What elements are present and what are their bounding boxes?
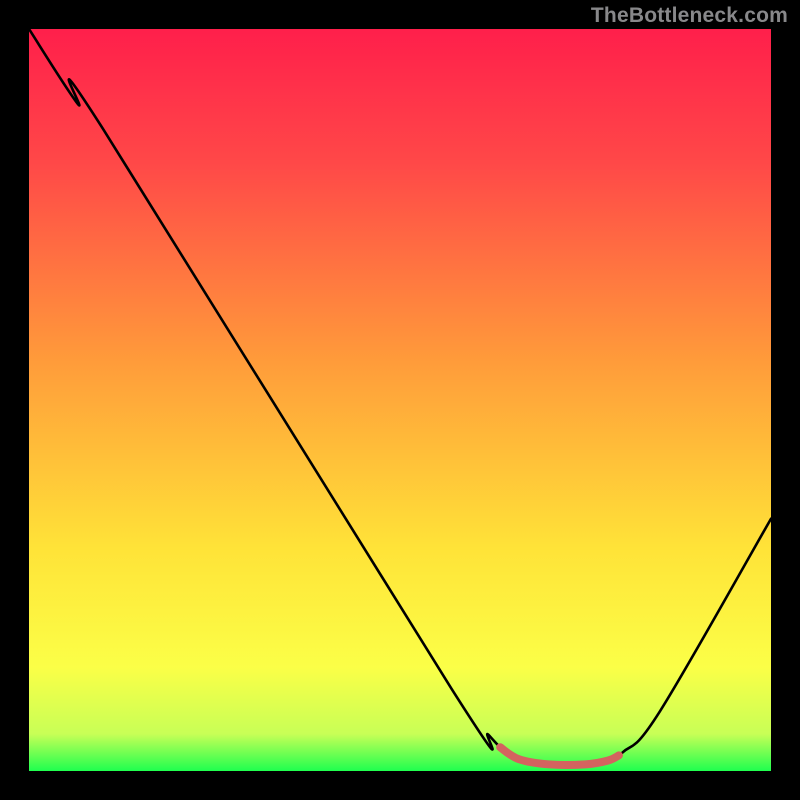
watermark-text: TheBottleneck.com	[591, 4, 788, 28]
bottleneck-curve	[29, 29, 771, 765]
curve-layer	[29, 29, 771, 771]
plot-area	[29, 29, 771, 771]
highlight-segment	[500, 747, 619, 765]
chart-frame: TheBottleneck.com	[0, 0, 800, 800]
